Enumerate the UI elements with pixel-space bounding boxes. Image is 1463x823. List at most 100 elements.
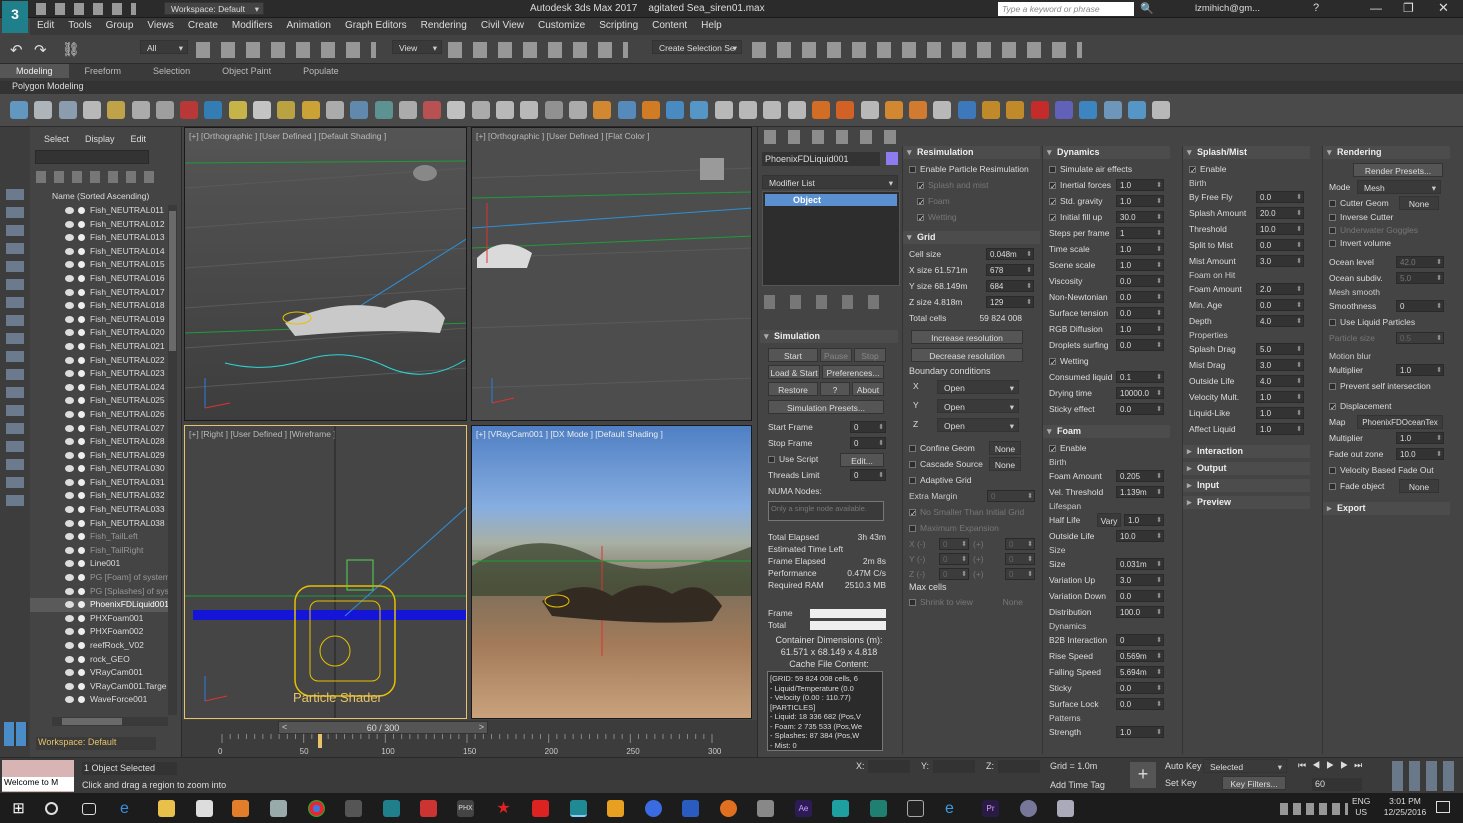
scene-list-item[interactable]: Fish_NEUTRAL032 <box>30 489 168 503</box>
x-size-61-571m-field[interactable]: 678 <box>986 264 1034 277</box>
undo-icon[interactable]: ↶ <box>10 41 23 59</box>
toolbar-tool-icon-32[interactable] <box>763 101 782 119</box>
simulate-air-checkbox[interactable] <box>1049 166 1056 173</box>
menu-content[interactable]: Content <box>645 18 694 33</box>
toolbar-tool-icon-29[interactable] <box>690 101 709 119</box>
scene-list-item[interactable]: PHXFoam001 <box>30 612 168 626</box>
scene-list-item[interactable]: PhoenixFDLiquid001 <box>30 598 168 612</box>
menu-edit[interactable]: Edit <box>30 18 61 33</box>
ribbon-tab-modeling[interactable]: Modeling <box>0 64 69 78</box>
task-view-icon[interactable] <box>82 803 96 815</box>
visibility-eye-icon[interactable] <box>65 682 74 690</box>
visibility-eye-icon[interactable] <box>65 329 74 337</box>
freeze-dot-icon[interactable] <box>78 356 85 364</box>
visibility-eye-icon[interactable] <box>65 302 74 310</box>
sticky-field[interactable]: 0.0 <box>1116 682 1164 695</box>
key-filters-button[interactable]: Key Filters... <box>1222 776 1286 790</box>
toolbar-tool-icon-40[interactable] <box>957 101 976 119</box>
freeze-dot-icon[interactable] <box>78 315 85 323</box>
scene-tab-select[interactable]: Select <box>36 130 77 148</box>
visibility-eye-icon[interactable] <box>65 519 74 527</box>
toolbar-tool-icon-12[interactable] <box>277 101 296 119</box>
decrease-resolution-button[interactable]: Decrease resolution <box>911 348 1023 362</box>
help-icon[interactable]: ? <box>1313 2 1319 14</box>
scene-hscrollbar[interactable] <box>52 717 168 726</box>
preview-header[interactable]: Preview <box>1183 496 1310 509</box>
3dsmax-taskbar-icon[interactable] <box>570 800 587 817</box>
app-icon-8[interactable] <box>345 800 362 817</box>
toolbar-tool-icon-14[interactable] <box>325 101 344 119</box>
use-script-checkbox[interactable] <box>768 456 775 463</box>
adaptive-grid-checkbox[interactable] <box>909 477 916 484</box>
help-button[interactable]: ? <box>820 382 850 396</box>
depth-field[interactable]: 4.0 <box>1256 315 1304 328</box>
visibility-eye-icon[interactable] <box>65 601 74 609</box>
variation-down-field[interactable]: 0.0 <box>1116 590 1164 603</box>
preferences-button[interactable]: Preferences... <box>822 365 884 379</box>
scene-scale-field[interactable]: 1.0 <box>1116 259 1164 272</box>
stack-item-object[interactable]: Object <box>765 194 897 206</box>
windows-start-icon[interactable]: ⊞ <box>10 800 27 817</box>
threads-field[interactable]: 0 <box>850 469 886 482</box>
scene-list-item[interactable]: Fish_NEUTRAL026 <box>30 408 168 422</box>
scene-list-item[interactable]: Fish_NEUTRAL024 <box>30 381 168 395</box>
freeze-dot-icon[interactable] <box>78 546 85 554</box>
menu-customize[interactable]: Customize <box>531 18 592 33</box>
toolbar-tool-icon-7[interactable] <box>155 101 174 119</box>
dynamics-header[interactable]: Dynamics <box>1043 146 1170 159</box>
app-icon-27[interactable] <box>1057 800 1074 817</box>
app-logo[interactable]: 3 <box>2 1 28 33</box>
splash-drag-field[interactable]: 5.0 <box>1256 343 1304 356</box>
velocity-fade-checkbox[interactable] <box>1329 467 1336 474</box>
workspace-selector[interactable]: Workspace: Default <box>36 737 156 750</box>
freeze-dot-icon[interactable] <box>78 302 85 310</box>
mist-drag-field[interactable]: 3.0 <box>1256 359 1304 372</box>
z-size-4-818m-field[interactable]: 129 <box>986 296 1034 309</box>
foam-enable-checkbox[interactable] <box>1049 442 1057 458</box>
visibility-eye-icon[interactable] <box>65 383 74 391</box>
redo-icon[interactable]: ↷ <box>34 41 47 59</box>
app-icon-22[interactable] <box>870 800 887 817</box>
liquid-like-field[interactable]: 1.0 <box>1256 407 1304 420</box>
visibility-eye-icon[interactable] <box>65 261 74 269</box>
scene-list-item[interactable]: Fish_NEUTRAL016 <box>30 272 168 286</box>
visibility-eye-icon[interactable] <box>65 669 74 677</box>
scene-list-item[interactable]: Fish_NEUTRAL028 <box>30 435 168 449</box>
initial-fill-up-field[interactable]: 30.0 <box>1116 211 1164 224</box>
auto-key-button[interactable]: Auto Key <box>1165 761 1202 771</box>
toolbar-tool-icon-37[interactable] <box>884 101 903 119</box>
toolbar-tool-icon-10[interactable] <box>228 101 247 119</box>
splash-enable-checkbox[interactable] <box>1189 163 1197 179</box>
visibility-eye-icon[interactable] <box>65 614 74 622</box>
std-gravity-checkbox[interactable] <box>1049 195 1057 211</box>
app-icon-15[interactable] <box>607 800 624 817</box>
menu-modifiers[interactable]: Modifiers <box>225 18 280 33</box>
toolbar-tool-icon-45[interactable] <box>1079 101 1098 119</box>
freeze-dot-icon[interactable] <box>78 288 85 296</box>
toolbar-tool-icon-16[interactable] <box>374 101 393 119</box>
scene-list-item[interactable]: PG [Foam] of system <box>30 571 168 585</box>
menu-graph-editors[interactable]: Graph Editors <box>338 18 414 33</box>
visibility-eye-icon[interactable] <box>65 533 74 541</box>
modifier-list-dropdown[interactable]: Modifier List <box>762 175 898 190</box>
scene-list-item[interactable]: Fish_NEUTRAL012 <box>30 218 168 232</box>
language-indicator[interactable]: ENG US <box>1352 796 1370 818</box>
fade-zone-field[interactable]: 10.0 <box>1396 448 1444 461</box>
sticky-effect-field[interactable]: 0.0 <box>1116 403 1164 416</box>
cascade-source-checkbox[interactable] <box>909 461 916 468</box>
viewport-nav-icons[interactable] <box>1392 761 1458 791</box>
cache-content-box[interactable]: [GRID: 59 824 008 cells, 6- Liquid/Tempe… <box>767 671 883 751</box>
displacement-map-button[interactable]: PhoenixFDOceanTex <box>1357 415 1443 429</box>
cascade-pick-button[interactable]: None <box>989 457 1021 471</box>
sort-header[interactable]: Name (Sorted Ascending) <box>52 191 149 201</box>
scene-scrollbar[interactable] <box>168 205 177 715</box>
visibility-eye-icon[interactable] <box>65 492 74 500</box>
toolbar-tool-icon-26[interactable] <box>617 101 636 119</box>
transform-tool-icons[interactable] <box>196 42 376 58</box>
scene-list-item[interactable]: Fish_NEUTRAL017 <box>30 286 168 300</box>
expansion-neg-field[interactable]: 0 <box>939 538 969 551</box>
wetting-checkbox[interactable] <box>1049 355 1057 371</box>
surface-tension-field[interactable]: 0.0 <box>1116 307 1164 320</box>
freeze-dot-icon[interactable] <box>78 342 85 350</box>
named-selection-dropdown[interactable]: Create Selection Se <box>652 40 742 55</box>
